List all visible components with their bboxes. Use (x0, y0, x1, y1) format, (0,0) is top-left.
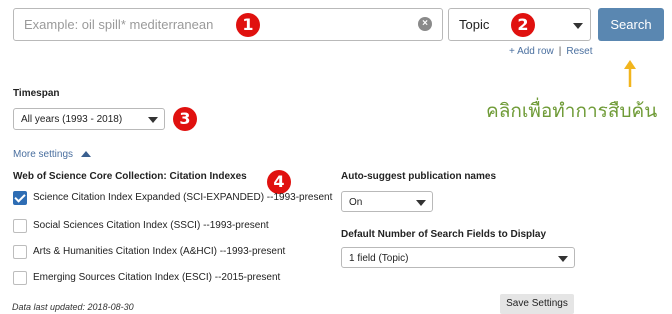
checkbox-label: Arts & Humanities Citation Index (A&HCI)… (33, 246, 286, 257)
auto-suggest-label: Auto-suggest publication names (341, 171, 497, 182)
default-fields-select[interactable]: 1 field (Topic) (341, 247, 575, 268)
annotation-badge-2: 2 (511, 13, 535, 37)
more-settings-label: More settings (13, 149, 74, 160)
citation-indexes-heading: Web of Science Core Collection: Citation… (13, 171, 247, 182)
annotation-badge-3: 3 (173, 107, 197, 131)
chevron-down-icon (148, 117, 158, 123)
default-fields-label: Default Number of Search Fields to Displ… (341, 229, 547, 240)
checkbox-sci-expanded[interactable] (13, 191, 27, 205)
add-row-link[interactable]: + Add row (509, 46, 554, 57)
annotation-badge-1: 1 (236, 13, 260, 37)
chevron-down-icon (558, 256, 568, 262)
row-links: + Add row | Reset (509, 46, 593, 57)
link-separator: | (558, 46, 562, 57)
default-fields-value: 1 field (Topic) (349, 253, 409, 264)
clear-icon[interactable]: × (418, 17, 432, 31)
search-placeholder: Example: oil spill* mediterranean (24, 17, 214, 32)
timespan-select[interactable]: All years (1993 - 2018) (13, 108, 165, 130)
chevron-up-icon (80, 150, 91, 157)
checkbox-label: Emerging Sources Citation Index (ESCI) -… (33, 272, 281, 283)
checkbox-label: Science Citation Index Expanded (SCI-EXP… (33, 192, 333, 203)
thai-instruction-note: คลิกเพื่อทำการสืบค้น (486, 100, 658, 122)
auto-suggest-select[interactable]: On (341, 191, 433, 212)
checkbox-ahci[interactable] (13, 245, 27, 259)
last-updated-note: Data last updated: 2018-08-30 (12, 302, 134, 312)
arrow-up-icon (624, 60, 636, 87)
reset-link[interactable]: Reset (566, 46, 592, 57)
timespan-value: All years (1993 - 2018) (21, 114, 123, 125)
auto-suggest-value: On (349, 197, 363, 208)
search-button[interactable]: Search (598, 8, 664, 41)
more-settings-toggle[interactable]: More settings (13, 149, 91, 160)
chevron-down-icon (416, 200, 426, 206)
chevron-down-icon (573, 23, 583, 29)
annotation-badge-4: 4 (267, 170, 291, 194)
timespan-label: Timespan (13, 88, 60, 99)
save-settings-button[interactable]: Save Settings (500, 294, 574, 314)
field-select-value: Topic (459, 17, 490, 32)
checkbox-esci[interactable] (13, 271, 27, 285)
search-input[interactable]: Example: oil spill* mediterranean × (13, 8, 443, 41)
checkbox-ssci[interactable] (13, 219, 27, 233)
checkbox-label: Social Sciences Citation Index (SSCI) --… (33, 220, 269, 231)
